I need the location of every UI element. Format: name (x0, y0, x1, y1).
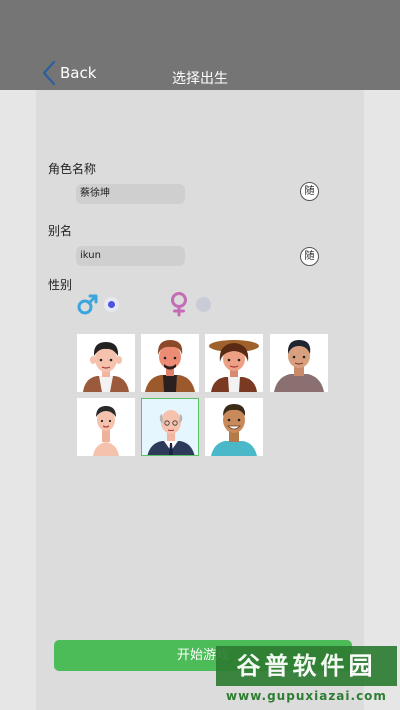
avatar-5-portrait (93, 406, 119, 456)
alias-label: 别名 (48, 224, 73, 238)
avatar-4-portrait (274, 340, 324, 392)
avatar-2-portrait (145, 340, 195, 392)
female-radio[interactable] (196, 297, 211, 312)
watermark: 谷普软件园 www.gupuxiazai.com (216, 646, 397, 706)
avatar-6-portrait (147, 410, 195, 455)
avatar-7-portrait (211, 404, 257, 456)
avatar-3-portrait (209, 340, 259, 392)
male-icon (77, 294, 98, 315)
page-title: 选择出生 (172, 71, 228, 87)
male-radio[interactable] (104, 297, 119, 312)
avatar-6[interactable] (141, 398, 199, 456)
alias-field[interactable]: ikun (76, 246, 185, 266)
watermark-url: www.gupuxiazai.com (226, 689, 387, 703)
random-name-button[interactable]: 随 (300, 182, 319, 201)
watermark-logo-text: 谷普软件园 (216, 646, 397, 686)
gender-label: 性别 (48, 278, 73, 292)
avatar-1[interactable] (77, 334, 135, 392)
avatar-3[interactable] (205, 334, 263, 392)
avatar-1-portrait (83, 342, 129, 392)
random-alias-button[interactable]: 随 (300, 247, 319, 266)
female-icon (171, 292, 187, 317)
avatar-4[interactable] (270, 334, 328, 392)
name-label: 角色名称 (48, 162, 97, 176)
avatar-2[interactable] (141, 334, 199, 392)
avatar-7[interactable] (205, 398, 263, 456)
name-field[interactable]: 蔡徐坤 (76, 184, 185, 204)
avatar-5[interactable] (77, 398, 135, 456)
